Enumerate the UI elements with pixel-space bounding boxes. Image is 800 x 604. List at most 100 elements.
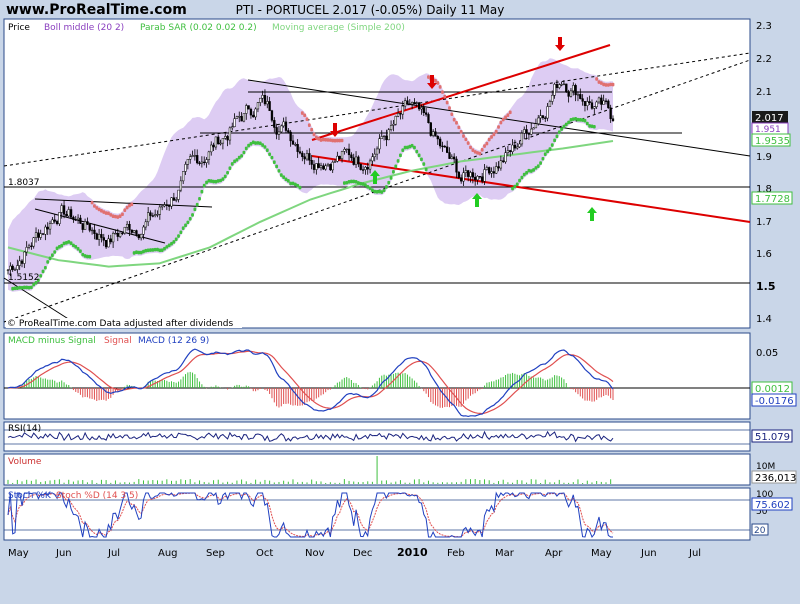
macd-hist-value: 0.0012	[755, 384, 790, 395]
price-candle	[303, 156, 306, 160]
price-candle	[392, 123, 395, 126]
price-candle	[233, 118, 236, 127]
price-candle	[249, 108, 253, 116]
sar-dot	[394, 164, 398, 169]
price-candle	[121, 232, 124, 234]
y-tick-1-6: 1.6	[756, 249, 772, 260]
sar-dot	[226, 170, 229, 175]
sar-dot	[499, 120, 503, 125]
price-candle	[296, 144, 299, 152]
sar-dot	[583, 118, 587, 123]
sar-dot	[487, 137, 491, 142]
sar-dot	[121, 212, 124, 217]
price-candle	[60, 205, 63, 213]
rsi-panel[interactable]	[3, 421, 751, 452]
sar-dot	[422, 162, 426, 166]
price-candle	[595, 101, 598, 108]
price-candle	[485, 167, 489, 170]
x-label-feb: Feb	[447, 548, 465, 559]
price-candle	[364, 166, 367, 170]
price-candle	[523, 129, 526, 134]
price-candle	[268, 101, 271, 111]
x-label-may: May	[8, 548, 29, 559]
site-name[interactable]: www.ProRealTime.com	[6, 2, 187, 18]
price-candle	[9, 265, 12, 271]
sar-dot	[307, 123, 311, 127]
price-candle	[453, 156, 456, 160]
sar-dot	[39, 274, 43, 278]
price-candle	[203, 161, 206, 164]
price-candle	[567, 91, 570, 97]
sar-dot	[312, 132, 316, 137]
sar-dot	[130, 202, 134, 207]
price-candle	[196, 155, 199, 164]
price-candle	[424, 112, 428, 115]
price-candle	[333, 161, 337, 163]
price-candle	[72, 216, 75, 220]
price-candle	[79, 217, 82, 224]
sar-dot	[417, 153, 421, 158]
price-candle	[193, 155, 197, 157]
sar-dot	[483, 144, 486, 148]
level-label-1: 1.8037	[8, 178, 40, 188]
sar-dot	[443, 94, 447, 99]
price-candle	[448, 152, 451, 159]
price-candle	[387, 129, 390, 141]
sar-dot	[172, 240, 176, 244]
price-candle	[478, 176, 482, 178]
price-candle	[151, 215, 154, 217]
price-candle	[593, 106, 596, 109]
sar-dot	[275, 164, 279, 169]
price-candle	[261, 95, 264, 99]
price-candle	[270, 110, 274, 121]
legend-stoch-k: Stoch %K	[8, 491, 52, 501]
price-candle	[16, 265, 19, 270]
sar-dot	[480, 147, 484, 152]
price-candle	[11, 265, 14, 270]
price-candle	[256, 102, 260, 110]
price-candle	[340, 151, 344, 160]
stoch-k-value: 75.602	[755, 500, 790, 511]
price-candle	[116, 232, 119, 237]
price-candle	[154, 214, 157, 216]
legend-sar: Parab SAR (0.02 0.02 0.2)	[140, 23, 257, 33]
price-candle	[357, 156, 360, 165]
sar-dot	[265, 148, 269, 153]
price-candle	[401, 105, 404, 115]
sar-dot	[277, 169, 281, 173]
price-candle	[562, 83, 566, 85]
price-candle	[408, 103, 411, 105]
price-candle	[137, 234, 140, 239]
sar-dot	[401, 148, 405, 152]
price-candle	[569, 90, 573, 97]
y-tick-1-7: 1.7	[756, 217, 772, 228]
sar-dot	[184, 223, 187, 228]
price-candle	[446, 146, 449, 153]
sar-dot	[195, 202, 199, 207]
price-candle	[516, 146, 519, 149]
sar-dot	[494, 129, 498, 134]
price-candle	[147, 212, 150, 223]
price-candle	[488, 167, 491, 174]
sar-dot	[242, 150, 246, 155]
sar-dot	[492, 132, 496, 137]
price-candle	[359, 163, 362, 170]
price-candle	[242, 113, 246, 122]
sar-dot	[50, 253, 54, 258]
sar-dot	[53, 250, 57, 254]
price-candle	[273, 120, 276, 128]
price-candle	[502, 160, 505, 163]
price-candle	[600, 97, 603, 105]
level-label-2: 1.5152	[8, 273, 40, 283]
sar-dot	[548, 147, 552, 151]
price-candle	[46, 226, 49, 230]
price-candle	[380, 136, 383, 139]
price-candle	[163, 204, 166, 207]
x-label-dec: Dec	[353, 548, 372, 559]
price-candle	[551, 95, 554, 102]
price-candle	[275, 127, 278, 135]
price-candle	[434, 131, 437, 137]
legend-price: Price	[8, 23, 30, 33]
price-candle	[350, 154, 353, 159]
price-candle	[375, 148, 379, 155]
